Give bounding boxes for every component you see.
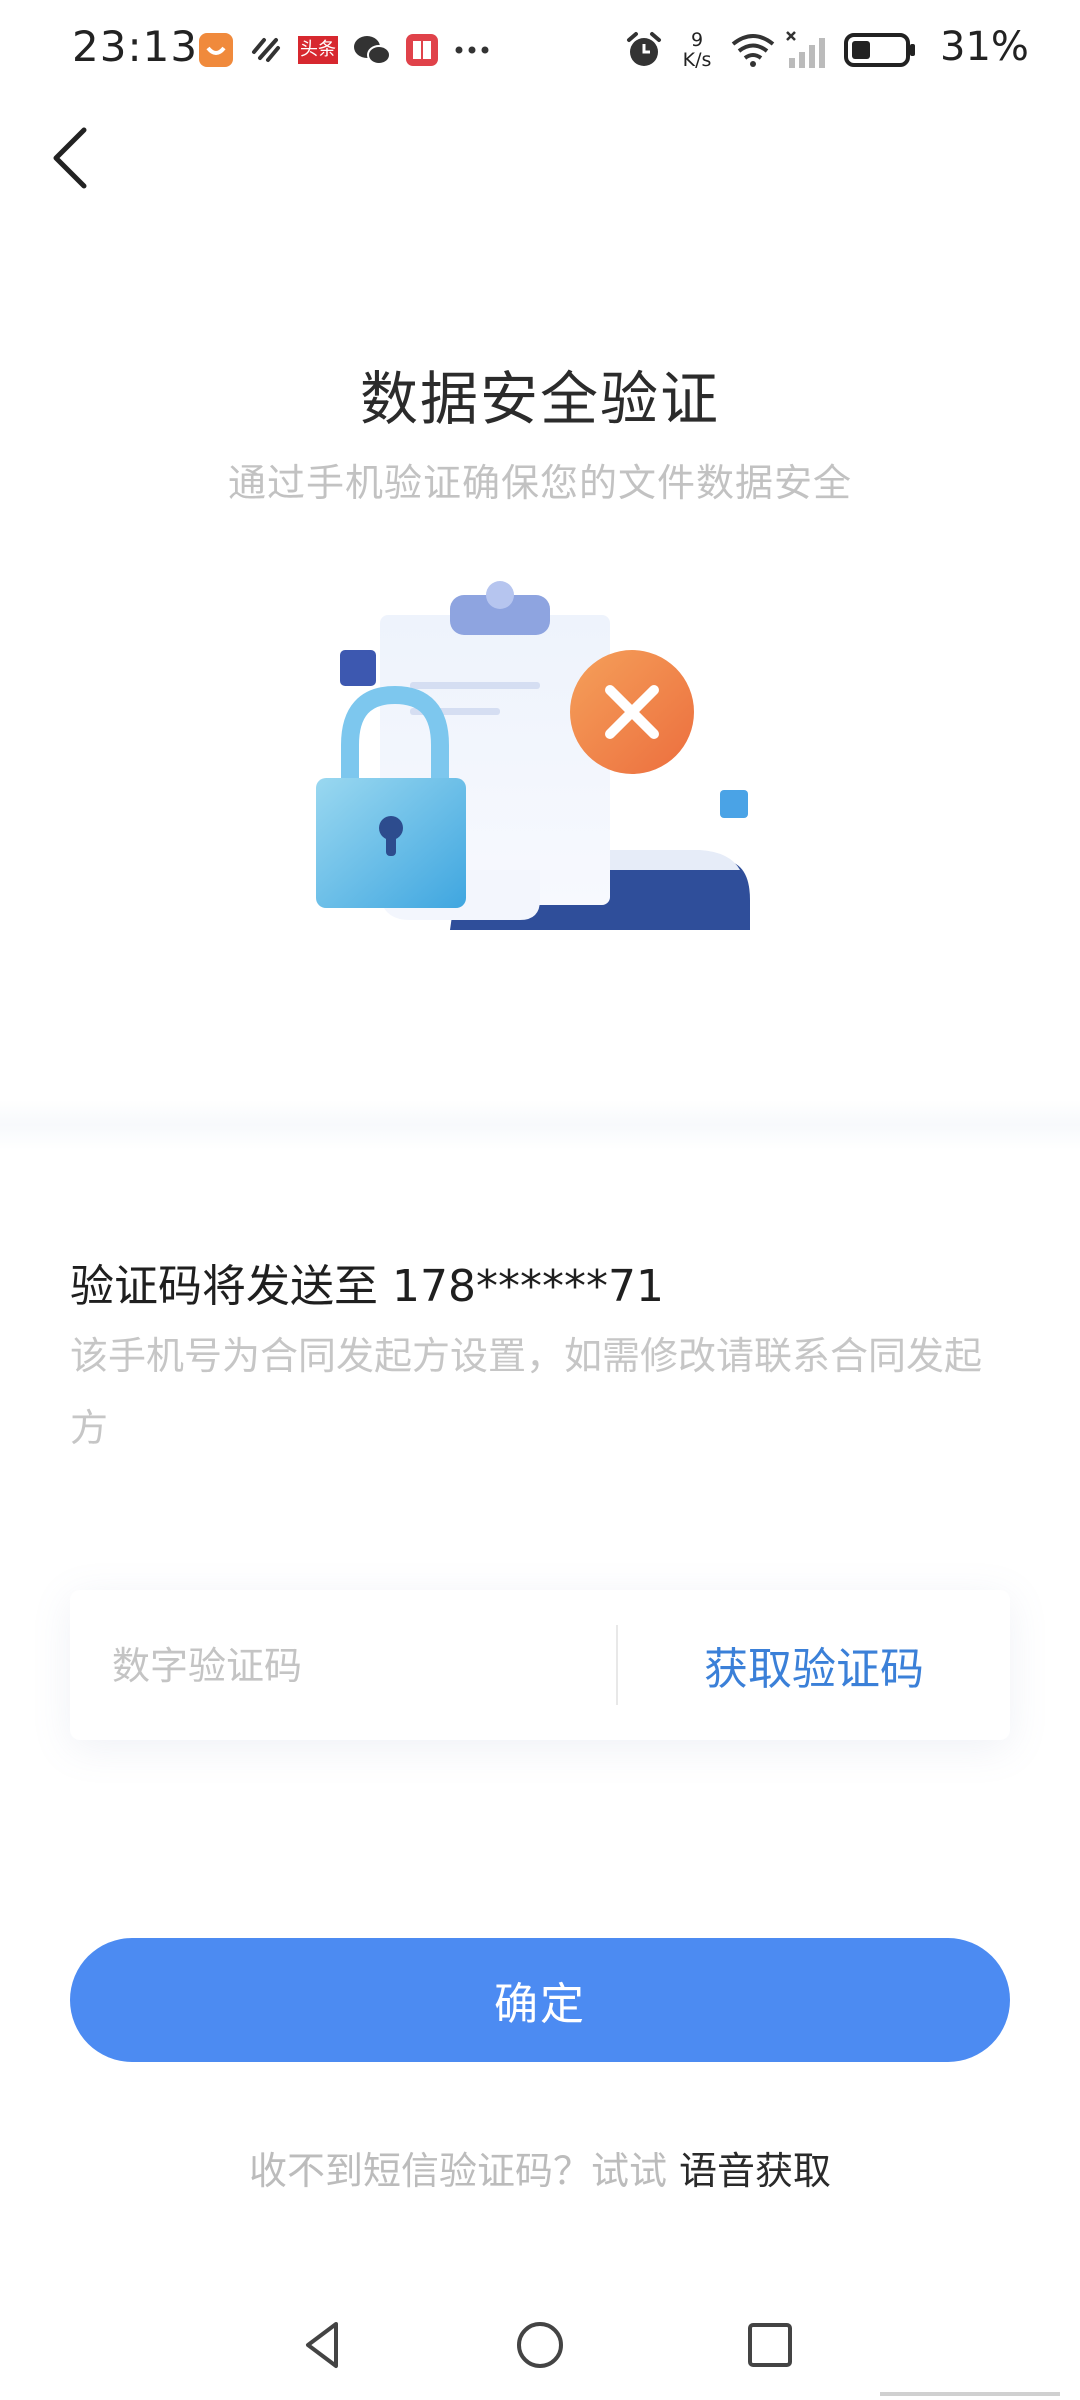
toutiao-app-icon: 头条 — [296, 30, 340, 70]
voice-code-row: 收不到短信验证码？试试 语音获取 — [0, 2140, 1080, 2195]
page-title: 数据安全验证 — [359, 365, 720, 433]
net-speed: 9 K/s — [682, 29, 712, 71]
taobao-app-icon — [196, 30, 236, 70]
wechat-icon — [350, 30, 394, 70]
nav-home-icon — [517, 2322, 563, 2368]
signal-icon — [784, 30, 830, 70]
decor-square — [340, 650, 376, 686]
security-illustration — [300, 570, 780, 960]
voice-code-link[interactable]: 语音获取 — [679, 2149, 831, 2193]
app-icon — [246, 30, 286, 70]
get-code-button[interactable]: 获取验证码 — [618, 1590, 1010, 1740]
status-bar: 23:13 头条 9 K/s 31% — [0, 0, 1080, 100]
back-arrow-icon — [53, 127, 87, 189]
wifi-icon — [728, 30, 778, 70]
close-badge-icon — [570, 650, 694, 774]
page-subtitle: 通过手机验证确保您的文件数据安全 — [227, 461, 852, 505]
masked-phone: 178******71 — [392, 1261, 664, 1312]
nav-recents-icon — [748, 2323, 792, 2367]
nav-back-button[interactable] — [288, 2310, 358, 2380]
voice-prompt: 收不到短信验证码？试试 — [248, 2149, 680, 2193]
status-time: 23:13 — [72, 22, 199, 71]
nav-recents-button[interactable] — [735, 2310, 805, 2380]
section-divider — [0, 1100, 1080, 1150]
phone-note: 该手机号为合同发起方设置，如需修改请联系合同发起方 — [70, 1334, 983, 1450]
alarm-icon — [622, 30, 666, 70]
back-button[interactable] — [40, 118, 110, 198]
decor-square — [720, 790, 748, 818]
verification-code-input[interactable] — [110, 1630, 614, 1702]
more-notifications-icon — [452, 30, 492, 70]
confirm-button[interactable]: 确定 — [70, 1938, 1010, 2062]
nav-home-button[interactable] — [505, 2310, 575, 2380]
nav-back-icon — [306, 2322, 338, 2368]
code-input-card: 获取验证码 — [70, 1590, 1010, 1740]
send-to-prefix: 验证码将发送至 — [70, 1261, 392, 1312]
book-app-icon — [402, 30, 442, 70]
battery-icon — [842, 30, 918, 70]
send-to-label: 验证码将发送至 178******71 — [70, 1250, 664, 1314]
battery-percent: 31% — [940, 24, 1029, 70]
home-indicator — [880, 2392, 1060, 2396]
